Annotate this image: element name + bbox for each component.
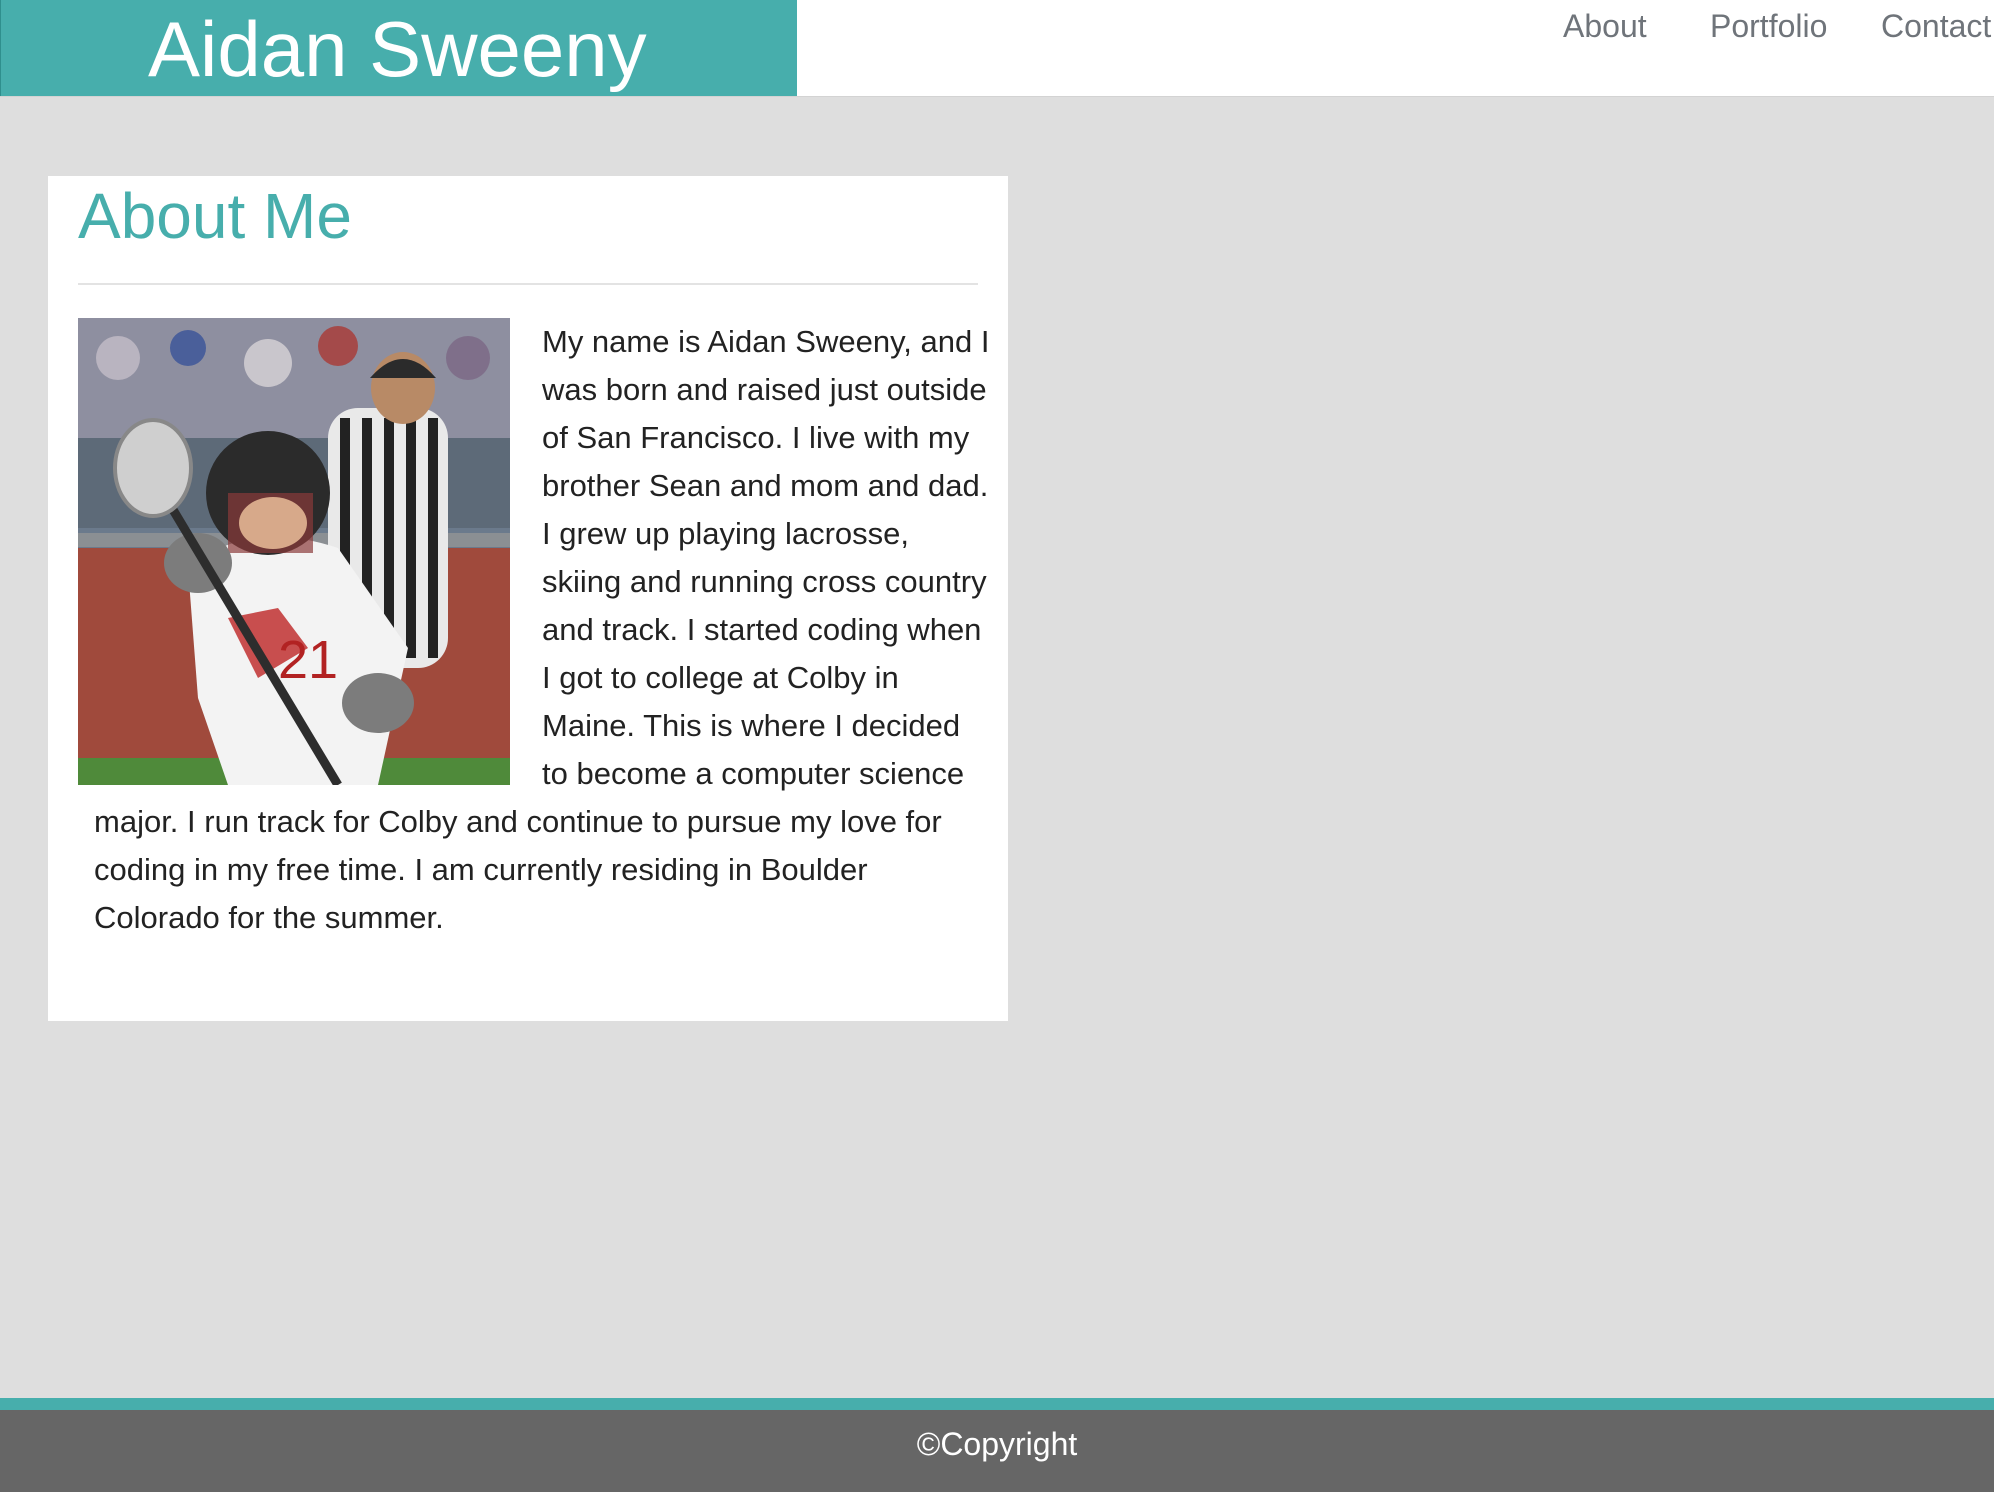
- profile-photo: 21: [78, 318, 510, 785]
- svg-text:21: 21: [278, 630, 338, 690]
- about-body: 21 My name is Aidan Sweeny, and I was bo…: [78, 318, 994, 942]
- nav-link-portfolio[interactable]: Portfolio: [1710, 6, 1827, 46]
- brand-banner: Aidan Sweeny: [0, 0, 797, 96]
- nav-link-about[interactable]: About: [1563, 6, 1647, 46]
- site-header: Aidan Sweeny About Portfolio Contact: [0, 0, 1994, 97]
- about-card: About Me 21 My name is Aidan Sweeny, and…: [48, 176, 1008, 1021]
- nav-link-contact[interactable]: Contact: [1881, 6, 1991, 46]
- copyright-text: ©Copyright: [916, 1426, 1078, 1462]
- site-footer: ©Copyright: [0, 1398, 1994, 1492]
- site-title[interactable]: Aidan Sweeny: [148, 4, 647, 94]
- about-heading: About Me: [78, 180, 352, 252]
- heading-divider: [78, 283, 978, 285]
